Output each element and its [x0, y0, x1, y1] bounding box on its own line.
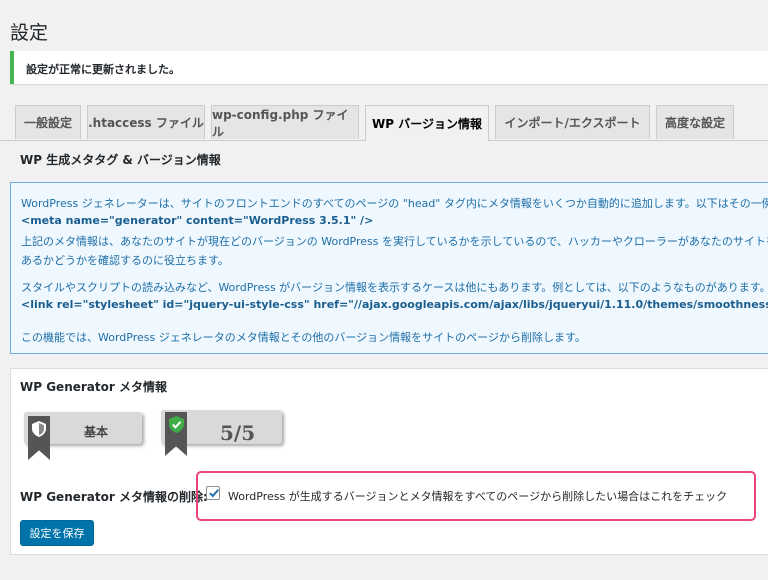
- tab-general[interactable]: 一般設定: [15, 105, 81, 139]
- save-settings-button[interactable]: 設定を保存: [20, 520, 94, 546]
- info-code-link: <link rel="stylesheet" id="jquery-ui-sty…: [21, 298, 768, 311]
- info-line: WordPress ジェネレーターは、サイトのフロントエンドのすべてのページの …: [21, 197, 768, 210]
- generator-panel: [10, 368, 768, 555]
- shield-check-icon: [169, 416, 184, 437]
- remove-meta-label: WP Generator メタ情報の削除:: [20, 490, 208, 504]
- info-code-meta: <meta name="generator" content="WordPres…: [21, 214, 374, 227]
- tab-wp-version-info[interactable]: WP バージョン情報: [365, 105, 489, 141]
- info-line: あるかどうかを確認するのに役立ちます。: [21, 254, 229, 267]
- info-line: この機能では、WordPress ジェネレータのメタ情報とその他のバージョン情報…: [21, 331, 586, 344]
- score-value: 5/5: [220, 421, 256, 445]
- remove-generator-checkbox[interactable]: [206, 486, 220, 500]
- info-line: スタイルやスクリプトの読み込みなど、WordPress がバージョン情報を表示す…: [21, 281, 768, 294]
- check-icon: [209, 489, 219, 498]
- shield-icon: [32, 421, 46, 441]
- remove-generator-checkbox-label[interactable]: WordPress が生成するバージョンとメタ情報をすべてのページから削除したい…: [228, 488, 727, 504]
- settings-tabs: 一般設定 .htaccess ファイル wp-config.php ファイル W…: [0, 0, 768, 141]
- panel-title: WP Generator メタ情報: [20, 380, 167, 394]
- tab-import-export[interactable]: インポート/エクスポート: [495, 105, 650, 139]
- info-line: 上記のメタ情報は、あなたのサイトが現在どのバージョンの WordPress を実…: [21, 235, 768, 248]
- tab-advanced[interactable]: 高度な設定: [656, 105, 734, 139]
- tab-wp-config[interactable]: wp-config.php ファイル: [211, 105, 359, 139]
- tab-htaccess[interactable]: .htaccess ファイル: [87, 105, 205, 139]
- info-box: WordPress ジェネレーターは、サイトのフロントエンドのすべてのページの …: [10, 182, 768, 354]
- badge-basic-label: 基本: [84, 425, 109, 439]
- section-title: WP 生成メタタグ & バージョン情報: [20, 153, 221, 167]
